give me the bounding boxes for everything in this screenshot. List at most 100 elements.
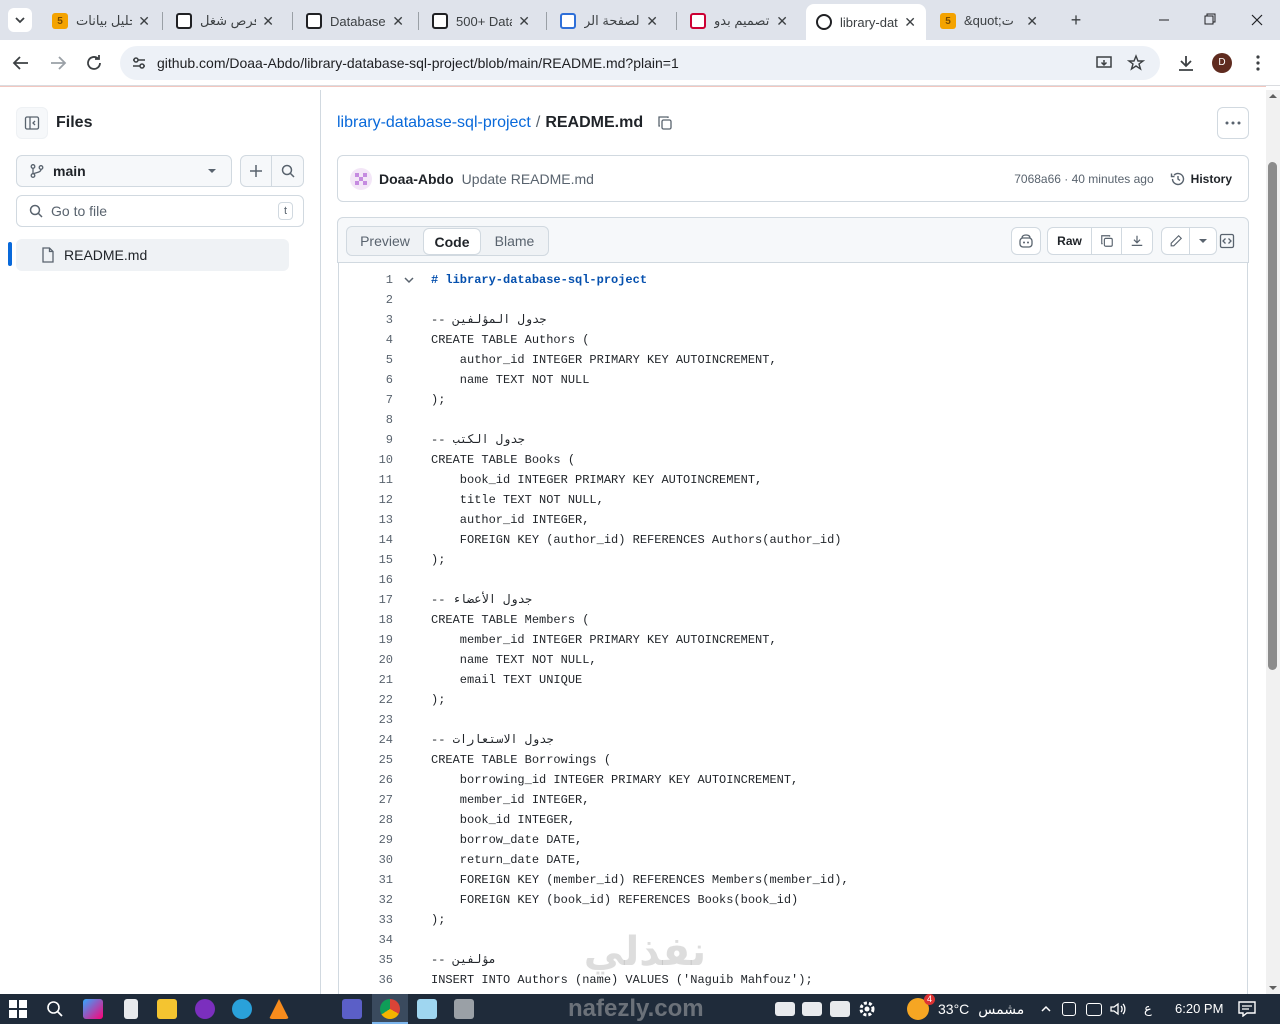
copy-path-icon[interactable] [657,115,673,131]
branch-selector[interactable]: main [16,155,232,187]
line-number[interactable]: 29 [343,830,393,850]
commit-author[interactable]: Doaa-Abdo [379,171,454,187]
raw-button[interactable]: Raw [1048,228,1092,254]
download-raw-button[interactable] [1122,228,1152,254]
line-number[interactable]: 31 [343,870,393,890]
line-number[interactable]: 8 [343,410,393,430]
line-number[interactable]: 24 [343,730,393,750]
fold-toggle[interactable] [403,274,417,288]
minimize-button[interactable] [1152,10,1176,30]
tab-search-button[interactable] [8,8,32,32]
network-icon[interactable] [1086,1003,1102,1016]
line-number[interactable]: 9 [343,430,393,450]
line-number[interactable]: 3 [343,310,393,330]
line-number[interactable]: 34 [343,930,393,950]
copilot-app-icon[interactable] [83,999,103,1019]
search-icon[interactable] [46,1000,64,1018]
more-options-button[interactable] [1217,107,1249,139]
copilot-button[interactable] [1011,227,1041,255]
line-number[interactable]: 19 [343,630,393,650]
tab-close-icon[interactable]: ✕ [904,14,916,31]
line-number[interactable]: 13 [343,510,393,530]
tab-tahlil[interactable]: 5 تحليل بيانات ✕ [42,6,160,36]
download-icon[interactable] [1176,53,1196,73]
page-scrollbar[interactable] [1266,90,1280,994]
video-icon[interactable] [802,1002,822,1016]
teams-icon[interactable] [342,999,362,1019]
tab-database[interactable]: Database ✕ [296,6,414,36]
input-language[interactable]: ع [1144,1001,1152,1017]
edit-options-button[interactable] [1190,228,1216,254]
line-number[interactable]: 5 [343,350,393,370]
tab-close-icon[interactable]: ✕ [392,13,404,30]
chrome-icon[interactable] [380,999,400,1019]
line-number[interactable]: 16 [343,570,393,590]
tab-code[interactable]: Code [423,228,481,255]
commit-message[interactable]: Update README.md [462,171,1015,187]
volume-icon[interactable] [1109,1001,1127,1017]
back-button[interactable] [10,52,32,74]
line-number[interactable]: 27 [343,790,393,810]
line-number[interactable]: 11 [343,470,393,490]
restore-button[interactable] [1198,10,1222,30]
tab-close-icon[interactable]: ✕ [646,13,658,30]
line-number[interactable]: 10 [343,450,393,470]
install-app-icon[interactable] [1095,54,1113,72]
line-number[interactable]: 12 [343,490,393,510]
app-icon-purple[interactable] [195,999,215,1019]
line-number[interactable]: 2 [343,290,393,310]
collapse-file-tree-button[interactable] [16,107,48,139]
camera-icon[interactable] [775,1002,795,1016]
search-files-button[interactable] [271,155,304,187]
notepad-plus-icon[interactable] [417,999,437,1019]
add-file-button[interactable] [240,155,272,187]
file-tree-item[interactable]: README.md [16,239,289,271]
tab-close-icon[interactable]: ✕ [262,13,274,30]
line-number[interactable]: 14 [343,530,393,550]
tab-github-repo[interactable]: library-dat ✕ [806,4,926,40]
copy-raw-button[interactable] [1092,228,1122,254]
url-text[interactable]: github.com/Doaa-Abdo/library-database-sq… [157,55,679,71]
line-number[interactable]: 35 [343,950,393,970]
line-number[interactable]: 20 [343,650,393,670]
commit-sha-time[interactable]: 7068a66 · 40 minutes ago [1014,172,1153,186]
tab-design[interactable]: تصميم بدو ✕ [680,6,798,36]
line-number[interactable]: 23 [343,710,393,730]
tab-blame[interactable]: Blame [481,227,548,255]
tab-forsat-shoghl[interactable]: فرص شغل ✕ [166,6,284,36]
gear-icon[interactable] [858,1000,876,1018]
line-number[interactable]: 4 [343,330,393,350]
tab-preview[interactable]: Preview [347,227,423,255]
telegram-icon[interactable] [232,999,252,1019]
battery-icon[interactable] [1062,1002,1076,1016]
address-bar[interactable]: github.com/Doaa-Abdo/library-database-sq… [120,46,1160,80]
app-icon-gray[interactable] [454,999,474,1019]
forward-button[interactable] [47,52,69,74]
line-number[interactable]: 6 [343,370,393,390]
history-button[interactable]: History [1170,171,1232,187]
line-number[interactable]: 30 [343,850,393,870]
scrollbar-thumb[interactable] [1268,162,1277,670]
code-view[interactable]: 1 # library-database-sql-project 2 3 -- جدول… [338,262,1248,994]
tab-quot[interactable]: 5 &quot;ت ✕ [930,6,1048,36]
line-number[interactable]: 15 [343,550,393,570]
profile-avatar[interactable]: D [1212,53,1232,73]
line-number[interactable]: 33 [343,910,393,930]
line-number[interactable]: 22 [343,690,393,710]
close-window-button[interactable] [1245,10,1269,30]
tab-home-page[interactable]: الصفحة الر ✕ [550,6,668,36]
breadcrumb-repo-link[interactable]: library-database-sql-project [337,114,531,132]
notepad-app-icon[interactable] [124,999,138,1019]
go-to-file-input[interactable]: Go to file t [16,195,304,227]
more-vert-icon[interactable] [1255,54,1261,72]
file-explorer-icon[interactable] [157,999,177,1019]
tab-close-icon[interactable]: ✕ [518,13,530,30]
tab-close-icon[interactable]: ✕ [1026,13,1038,30]
line-number[interactable]: 7 [343,390,393,410]
vlc-icon[interactable] [269,999,289,1019]
line-number[interactable]: 26 [343,770,393,790]
copy-app-icon[interactable] [830,1001,850,1017]
line-number[interactable]: 36 [343,970,393,990]
tab-close-icon[interactable]: ✕ [776,13,788,30]
notification-center-icon[interactable] [1238,1001,1256,1017]
